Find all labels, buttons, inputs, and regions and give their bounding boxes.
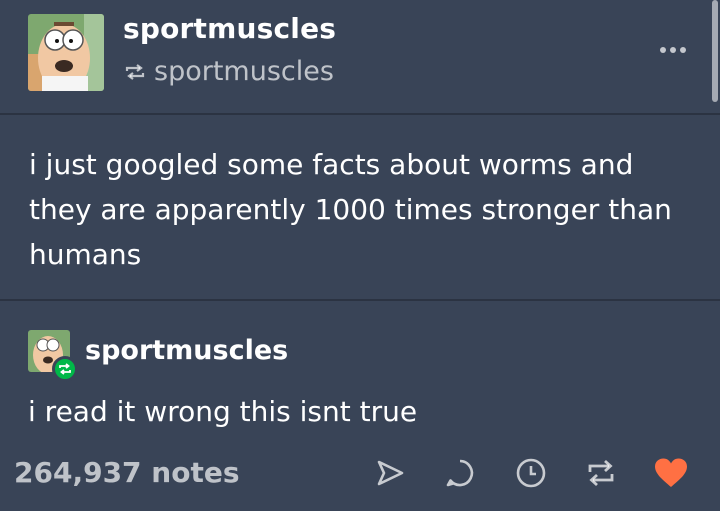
blog-avatar[interactable] — [28, 14, 104, 91]
reblog-divider — [0, 299, 720, 301]
scrollbar[interactable] — [712, 0, 718, 102]
clock-icon[interactable] — [513, 455, 549, 491]
post-header: sportmuscles sportmuscles — [0, 0, 720, 114]
reblog-small-icon — [125, 63, 145, 80]
reblogged-from[interactable]: sportmuscles — [123, 56, 334, 87]
reblogged-from-name: sportmuscles — [154, 56, 334, 87]
blog-name[interactable]: sportmuscles — [123, 12, 336, 45]
post-actions — [0, 455, 720, 491]
reblog-icon[interactable] — [583, 455, 619, 491]
reblog-badge-icon — [52, 356, 78, 382]
post-text-line: humans — [29, 238, 142, 271]
reblog-blog-name[interactable]: sportmuscles — [85, 335, 288, 366]
header-divider — [0, 113, 720, 115]
heart-icon[interactable] — [653, 455, 689, 491]
post-body: i just googled some facts about worms an… — [29, 142, 689, 277]
reply-icon[interactable] — [442, 455, 478, 491]
post-text-line: they are apparently 1000 times stronger … — [29, 193, 672, 226]
more-options-icon[interactable] — [660, 47, 686, 53]
post-text-line: i just googled some facts about worms an… — [29, 148, 634, 181]
reblog-text: i read it wrong this isnt true — [28, 395, 418, 428]
share-icon[interactable] — [372, 455, 408, 491]
